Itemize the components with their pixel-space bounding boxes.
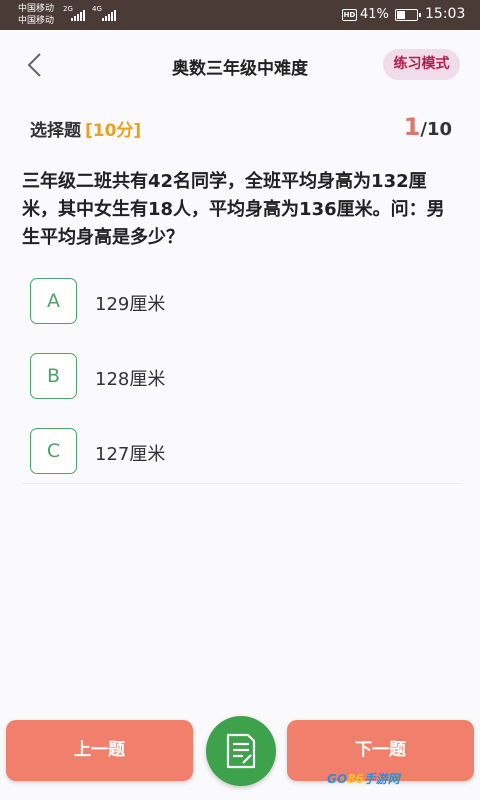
battery-percent: 41%: [360, 7, 389, 22]
option-letter[interactable]: A: [30, 278, 77, 324]
status-bar: 中国移动 中国移动 2G 4G HD 41% 15:03: [0, 0, 480, 30]
option-b[interactable]: B 128厘米: [30, 353, 450, 399]
progress-separator: /: [420, 119, 427, 140]
question-text: 三年级二班共有42名同学，全班平均身高为132厘米，其中女生有18人，平均身高为…: [22, 171, 445, 248]
current-question-number: 1: [403, 113, 421, 141]
signal-icon: [102, 9, 116, 21]
question-progress: 1/10: [404, 113, 452, 141]
total-questions: 10: [426, 119, 452, 140]
carrier-1: 中国移动: [18, 4, 55, 14]
question-type: 选择题 [10分]: [30, 116, 141, 141]
option-c[interactable]: C 127厘米: [30, 428, 450, 474]
option-letter[interactable]: B: [30, 353, 77, 399]
option-letter[interactable]: C: [30, 428, 77, 474]
answer-sheet-button[interactable]: [206, 716, 276, 786]
carrier-2: 中国移动: [18, 16, 55, 26]
signal-icon: [71, 9, 85, 21]
battery-icon: [395, 9, 421, 21]
option-text[interactable]: 127厘米: [95, 440, 165, 466]
practice-mode-badge[interactable]: 练习模式: [383, 49, 460, 80]
question-score: [10分]: [85, 121, 142, 141]
option-a[interactable]: A 129厘米: [30, 278, 450, 324]
answer-sheet-icon: [226, 733, 256, 769]
network-type-2: 4G: [92, 5, 102, 13]
option-text[interactable]: 128厘米: [95, 365, 165, 391]
watermark-logo: GO86手游网: [327, 772, 400, 786]
clock: 15:03: [425, 6, 466, 22]
hd-badge: HD: [342, 9, 357, 21]
carrier-labels: 中国移动 中国移动: [18, 3, 54, 27]
previous-question-button[interactable]: 上一题: [6, 720, 193, 781]
question-type-label: 选择题: [30, 121, 81, 141]
battery-level: [397, 11, 405, 19]
option-text[interactable]: 129厘米: [95, 290, 165, 316]
divider: [22, 483, 462, 484]
